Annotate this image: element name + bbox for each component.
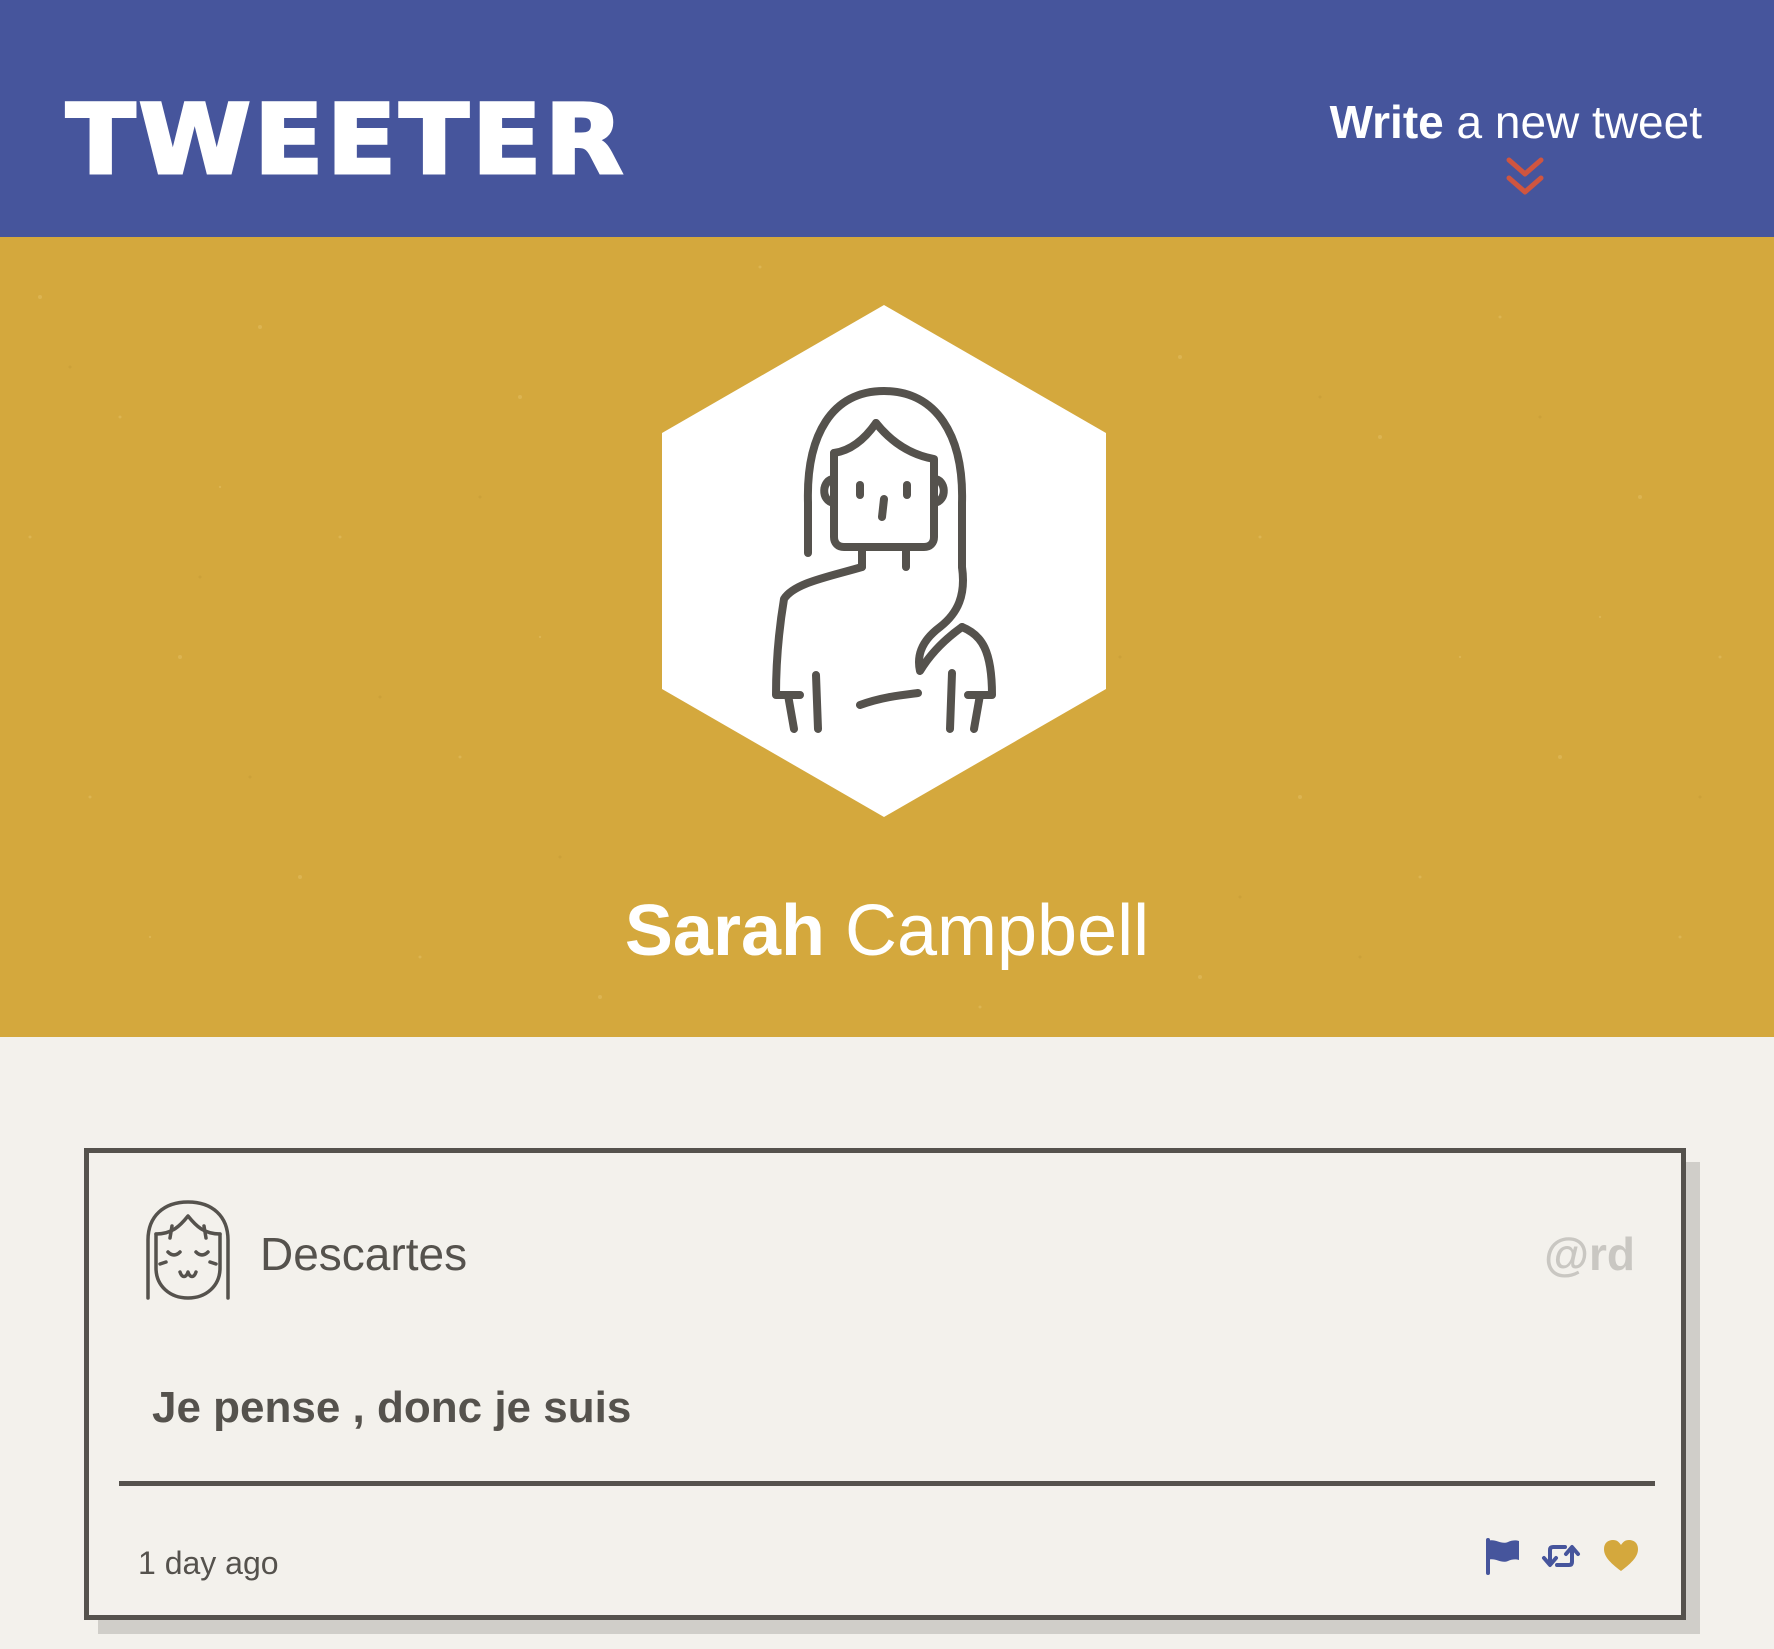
tweet-author-handle[interactable]: @rd (1544, 1227, 1635, 1281)
tweet-divider (119, 1481, 1655, 1486)
tweet-timestamp: 1 day ago (138, 1545, 279, 1581)
profile-name: Sarah Campbell (0, 889, 1774, 973)
app-logo[interactable]: TWEETER (64, 91, 626, 190)
heart-icon[interactable] (1601, 1536, 1641, 1576)
write-link-strong: Write (1329, 96, 1444, 148)
double-chevron-down-icon[interactable] (1505, 156, 1545, 198)
write-new-tweet-link[interactable]: Write a new tweet (1330, 96, 1702, 148)
profile-first-name: Sarah (624, 891, 825, 971)
tweet-text: Je pense , donc je suis (152, 1383, 632, 1432)
tweet-card[interactable]: Descartes @rd Je pense , donc je suis 1 … (84, 1148, 1686, 1620)
tweet-author-name[interactable]: Descartes (260, 1227, 467, 1281)
retweet-icon[interactable] (1541, 1536, 1581, 1576)
profile-hero: Sarah Campbell (0, 237, 1774, 1037)
flag-icon[interactable] (1483, 1536, 1523, 1576)
profile-last-name: Campbell (824, 891, 1150, 971)
girl-avatar-icon[interactable] (142, 1198, 234, 1302)
write-link-rest: a new tweet (1443, 96, 1703, 148)
woman-avatar-icon[interactable] (662, 305, 1106, 817)
top-bar: TWEETER Write a new tweet (0, 0, 1774, 237)
